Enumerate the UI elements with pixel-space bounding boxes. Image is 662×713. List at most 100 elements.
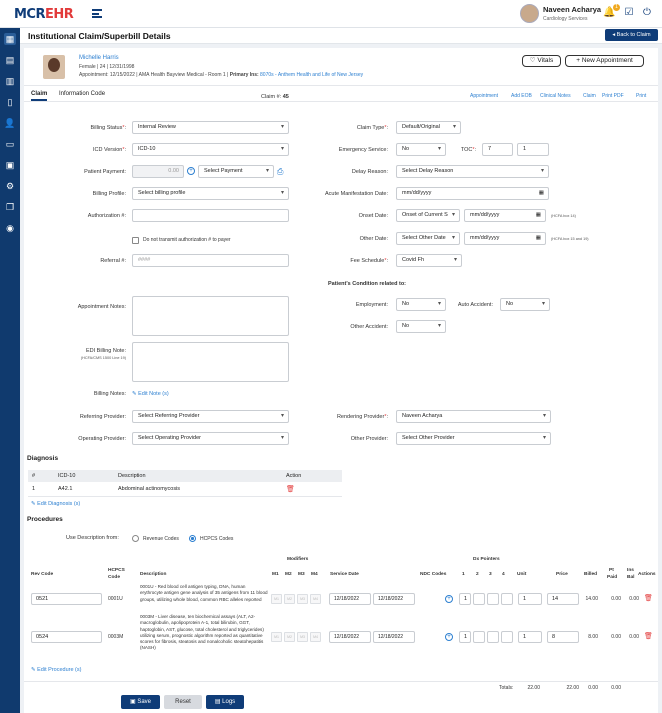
user-name[interactable]: Naveen Acharya	[543, 5, 601, 14]
no-transmit-checkbox[interactable]	[132, 237, 139, 244]
calendar-icon[interactable]: ▦	[539, 188, 544, 199]
other-provider-select[interactable]: Select Other Provider	[396, 432, 551, 445]
rev-code-input[interactable]: 0521	[31, 593, 102, 605]
modifier-2-input[interactable]: M2	[284, 594, 295, 604]
other-accident-select[interactable]: No	[396, 320, 446, 333]
add-ndc-icon[interactable]: +	[445, 633, 453, 641]
onset-date-select[interactable]: Onset of Current S	[396, 209, 460, 222]
delete-diagnosis-icon[interactable]: 🗑	[286, 486, 295, 493]
sidebar-document-icon[interactable]: ▯	[4, 96, 16, 108]
logs-button[interactable]: ▤ Logs	[206, 695, 244, 709]
primary-insurance-link[interactable]: 8070s - Anthem Health and Life of New Je…	[260, 72, 363, 78]
revenue-codes-radio[interactable]	[132, 535, 139, 542]
print-link[interactable]: Print	[636, 93, 646, 99]
service-date-to[interactable]: 12/18/2022	[373, 593, 415, 605]
modifier-1-input[interactable]: M1	[271, 632, 282, 642]
clinical-notes-link[interactable]: Clinical Notes	[540, 93, 571, 99]
modifier-3-input[interactable]: M3	[297, 594, 308, 604]
clipboard-check-icon[interactable]: ☑	[623, 7, 635, 19]
select-payment-select[interactable]: Select Payment	[198, 165, 274, 178]
dx-pointer-1[interactable]: 1	[459, 593, 471, 605]
appointment-link[interactable]: Appointment	[470, 93, 498, 99]
add-ndc-icon[interactable]: +	[445, 595, 453, 603]
dx-pointer-4[interactable]	[501, 593, 513, 605]
modifier-4-input[interactable]: M4	[310, 632, 321, 642]
sidebar-settings-icon[interactable]: ⚙	[4, 180, 16, 192]
sidebar-copy-icon[interactable]: ❐	[4, 201, 16, 213]
other-date-select[interactable]: Select Other Date	[396, 232, 460, 245]
hamburger-menu-icon[interactable]	[92, 9, 102, 18]
modifier-4-input[interactable]: M4	[310, 594, 321, 604]
rendering-provider-select[interactable]: Naveen Acharya	[396, 410, 551, 423]
edit-diagnosis-link[interactable]: ✎ Edit Diagnosis (s)	[31, 501, 80, 507]
dx-pointer-3[interactable]	[487, 593, 499, 605]
app-logo[interactable]: MCREHR	[14, 7, 74, 22]
dx-pointer-3[interactable]	[487, 631, 499, 643]
fee-schedule-select[interactable]: Covid Fh	[396, 254, 462, 267]
tab-information-code[interactable]: Information Code	[59, 91, 105, 97]
operating-provider-select[interactable]: Select Operating Provider	[132, 432, 289, 445]
modifier-1-input[interactable]: M1	[271, 594, 282, 604]
edit-procedure-link[interactable]: ✎ Edit Procedure (s)	[31, 667, 81, 673]
sidebar-tasks-icon[interactable]: ▣	[4, 159, 16, 171]
service-date-to[interactable]: 12/18/2022	[373, 631, 415, 643]
modifier-2-input[interactable]: M2	[284, 632, 295, 642]
acute-manifestation-date[interactable]: mm/dd/yyyy ▦	[396, 187, 549, 200]
service-date-from[interactable]: 12/18/2022	[329, 593, 371, 605]
patient-payment-input[interactable]: 0.00	[132, 165, 184, 178]
calendar-icon[interactable]: ▦	[536, 210, 541, 221]
unit-input[interactable]: 1	[518, 631, 542, 643]
delete-procedure-icon[interactable]: 🗑	[644, 594, 653, 602]
service-date-from[interactable]: 12/18/2022	[329, 631, 371, 643]
authorization-input[interactable]	[132, 209, 289, 222]
calendar-icon[interactable]: ▦	[536, 233, 541, 244]
print-pdf-link[interactable]: Print PDF	[602, 93, 624, 99]
delete-procedure-icon[interactable]: 🗑	[644, 632, 653, 640]
billing-status-select[interactable]: Internal Review	[132, 121, 289, 134]
referring-provider-select[interactable]: Select Referring Provider	[132, 410, 289, 423]
dx-pointer-4[interactable]	[501, 631, 513, 643]
claim-type-select[interactable]: Default/Original	[396, 121, 461, 134]
new-appointment-button[interactable]: + New Appointment	[565, 55, 644, 67]
delay-reason-select[interactable]: Select Delay Reason	[396, 165, 549, 178]
sidebar-help-icon[interactable]: ◉	[4, 222, 16, 234]
edit-note-link[interactable]: ✎ Edit Note (s)	[132, 391, 169, 397]
vitals-button[interactable]: ♡ Vitals	[522, 55, 561, 67]
other-date-input[interactable]: mm/dd/yyyy ▦	[464, 232, 546, 245]
sidebar-calendar-icon[interactable]: ▤	[4, 54, 16, 66]
claim-link[interactable]: Claim	[583, 93, 596, 99]
print-payment-icon[interactable]: ⎙	[277, 167, 283, 177]
dx-pointer-2[interactable]	[473, 631, 485, 643]
toc-input-2[interactable]: 1	[517, 143, 549, 156]
rev-code-input[interactable]: 0524	[31, 631, 102, 643]
onset-date-input[interactable]: mm/dd/yyyy ▦	[464, 209, 546, 222]
emergency-service-select[interactable]: No	[396, 143, 446, 156]
sidebar-messages-icon[interactable]: ▭	[4, 138, 16, 150]
billing-profile-select[interactable]: Select billing profile	[132, 187, 289, 200]
logout-icon[interactable]: ⏻	[641, 7, 653, 19]
patient-name[interactable]: Michelle Harris	[79, 55, 119, 61]
add-eob-link[interactable]: Add EOB	[511, 93, 532, 99]
dx-pointer-2[interactable]	[473, 593, 485, 605]
unit-input[interactable]: 1	[518, 593, 542, 605]
reset-button[interactable]: Reset	[164, 695, 202, 709]
modifier-3-input[interactable]: M3	[297, 632, 308, 642]
save-button[interactable]: ▣ Save	[121, 695, 160, 709]
referral-input[interactable]: ####	[132, 254, 289, 267]
appointment-notes-textarea[interactable]	[132, 296, 289, 336]
tab-claim[interactable]: Claim	[31, 91, 48, 101]
sidebar-schedule-icon[interactable]: ▥	[4, 75, 16, 87]
diagnosis-header-row: # ICD-10 Description Action	[28, 470, 342, 482]
toc-input-1[interactable]: 7	[482, 143, 513, 156]
sidebar-users-icon[interactable]: 👤	[4, 117, 16, 129]
dx-pointer-1[interactable]: 1	[459, 631, 471, 643]
add-payment-icon[interactable]: +	[187, 167, 195, 175]
hcpcs-codes-radio[interactable]	[189, 535, 196, 542]
sidebar-dashboard-icon[interactable]: ▦	[4, 33, 16, 45]
employment-select[interactable]: No	[396, 298, 446, 311]
auto-accident-select[interactable]: No	[500, 298, 550, 311]
icd-version-select[interactable]: ICD-10	[132, 143, 289, 156]
edi-billing-note-textarea[interactable]	[132, 342, 289, 382]
user-avatar[interactable]	[520, 4, 539, 23]
back-to-claim-button[interactable]: ◂ Back to Claim	[605, 29, 658, 41]
